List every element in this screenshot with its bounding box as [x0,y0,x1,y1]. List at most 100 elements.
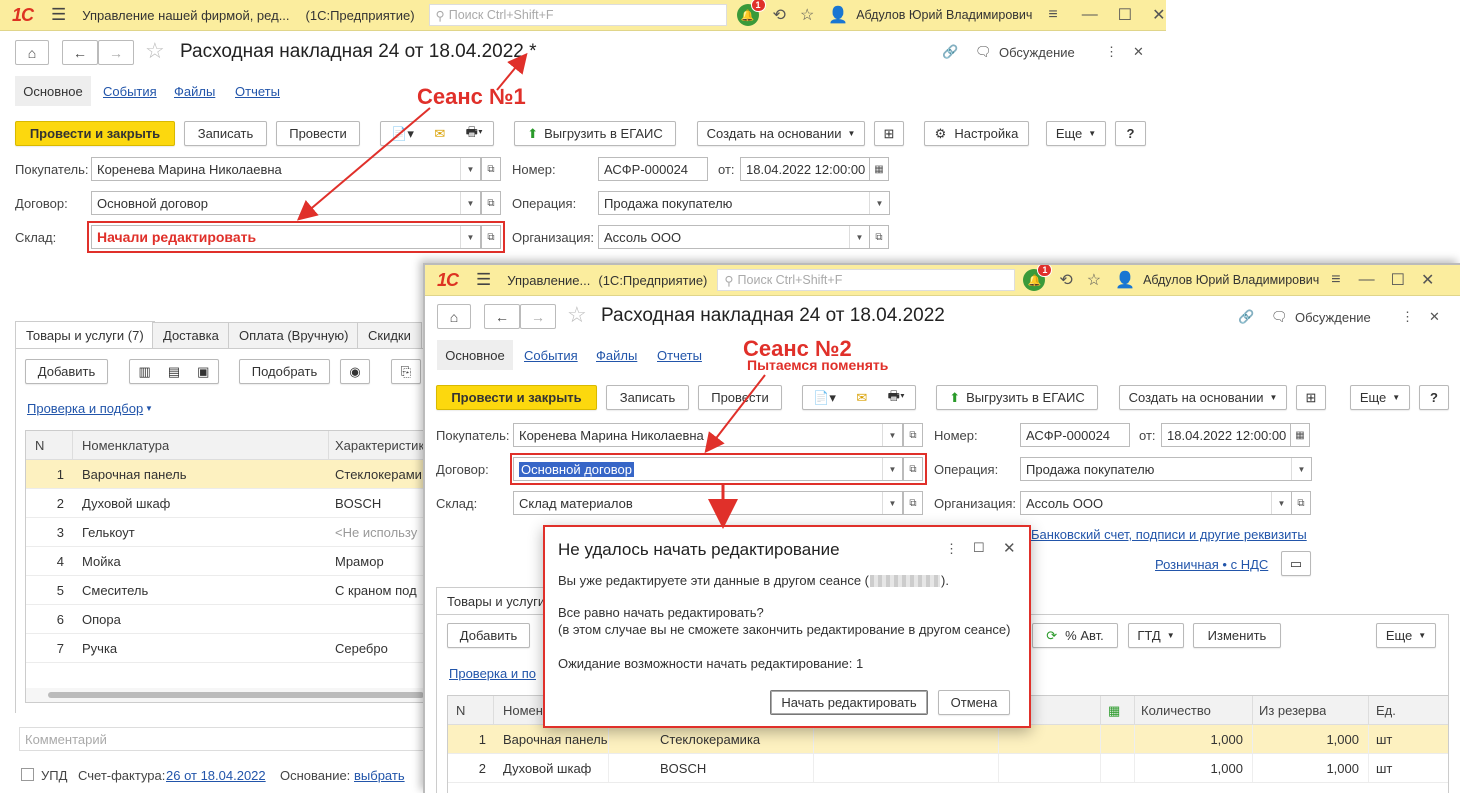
check-and-pick-link[interactable]: Проверка и по [449,666,536,681]
user-icon[interactable]: 👤 [828,5,848,25]
maximize-icon[interactable]: ☐ [1391,270,1405,290]
open-contract-icon[interactable]: ⧉ [903,457,923,481]
search-input[interactable]: ⚲ Поиск Ctrl+Shift+F [428,4,727,26]
mail-icon[interactable]: ✉ [856,390,867,406]
buyer-field[interactable]: Коренева Марина Николаевна ▼ [513,423,903,447]
back-button[interactable]: ← [62,40,98,65]
calendar-icon[interactable]: ▦ [869,157,889,181]
column-n[interactable]: N [456,703,465,718]
dropdown-arrow-icon[interactable]: ▼ [460,226,480,248]
pick-button[interactable]: Подобрать [239,359,330,384]
user-icon[interactable]: 👤 [1115,270,1135,290]
copy-button[interactable]: ⎘ [391,359,421,384]
check-and-pick-link[interactable]: Проверка и подбор [27,401,143,416]
open-warehouse-icon[interactable]: ⧉ [481,225,501,249]
favorites-star-icon[interactable]: ☆ [1087,270,1101,290]
column-excel-icon[interactable]: ▦ [1108,703,1120,719]
close-form-icon[interactable]: ✕ [1133,44,1144,60]
notification-bell-icon[interactable]: 🔔 1 [736,0,766,26]
column-from-reserve[interactable]: Из резерва [1259,703,1326,718]
tab-files[interactable]: Файлы [174,84,215,99]
dropdown-arrow-icon[interactable]: ▼ [460,158,480,180]
table-row[interactable]: 1 Варочная панель Стеклокерами [26,460,424,489]
more-dots-icon[interactable]: ⋮ [1401,309,1414,325]
add-row-button[interactable]: Добавить [447,623,530,648]
start-editing-button[interactable]: Начать редактировать [770,690,928,715]
table-row[interactable]: 5 Смеситель С краном под [26,576,424,605]
settings-button[interactable]: ⚙ Настройка [924,121,1029,146]
gtd-button[interactable]: ГТД ▼ [1128,623,1184,648]
dropdown-arrow-icon[interactable]: ▼ [869,192,889,214]
open-warehouse-icon[interactable]: ⧉ [903,491,923,515]
upd-checkbox[interactable] [21,768,34,781]
basis-link[interactable]: выбрать [354,768,405,783]
dropdown-arrow-icon[interactable]: ▼ [460,192,480,214]
favorite-star-icon[interactable]: ☆ [145,38,165,64]
settings-menu-icon[interactable]: ≡ [1331,271,1340,289]
forward-button[interactable]: → [520,304,556,329]
horizontal-scrollbar[interactable] [26,688,424,702]
more-button[interactable]: Еще ▼ [1350,385,1410,410]
contract-field[interactable]: Основной договор ▼ [91,191,481,215]
number-field[interactable]: АСФР-000024 [598,157,708,181]
tab-goods-services[interactable]: Товары и услуги [436,587,556,614]
history-icon[interactable]: ⟲ [1059,270,1072,290]
tab-main[interactable]: Основное [437,340,513,370]
table-row[interactable]: 3 Гелькоут <Не использу [26,518,424,547]
view-button[interactable]: ◉ [340,359,370,384]
dropdown-arrow-icon[interactable]: ▼ [882,492,902,514]
contract-field[interactable]: Основной договор ▼ [513,457,903,481]
organization-field[interactable]: Ассоль ООО ▼ [598,225,870,249]
export-egais-button[interactable]: ⬆ Выгрузить в ЕГАИС [514,121,676,146]
add-document-icon[interactable]: 📄▾ [813,390,836,406]
date-field[interactable]: 18.04.2022 12:00:00 [1161,423,1291,447]
bank-details-link[interactable]: Банковский счет, подписи и другие реквиз… [1031,527,1307,542]
discussion-icon[interactable]: 🗨 [1271,309,1288,325]
search-input[interactable]: ⚲ Поиск Ctrl+Shift+F [717,269,1016,291]
open-contract-icon[interactable]: ⧉ [481,191,501,215]
print-icon[interactable]: 🖶▾ [466,123,483,145]
dropdown-arrow-icon[interactable]: ▼ [1291,458,1311,480]
tab-delivery[interactable]: Доставка [152,322,230,348]
tab-files[interactable]: Файлы [596,348,637,363]
calendar-icon[interactable]: ▦ [1290,423,1310,447]
discussion-link[interactable]: Обсуждение [1295,310,1371,325]
open-buyer-icon[interactable]: ⧉ [481,157,501,181]
table-row[interactable]: 7 Ручка Серебро [26,634,424,663]
column-n[interactable]: N [35,438,44,453]
operation-field[interactable]: Продажа покупателю ▼ [598,191,890,215]
column-quantity[interactable]: Количество [1141,703,1211,718]
create-based-on-button[interactable]: Создать на основании ▼ [1119,385,1287,410]
date-field[interactable]: 18.04.2022 12:00:00 [740,157,870,181]
structure-button[interactable]: ⊞ [1296,385,1326,410]
buyer-field[interactable]: Коренева Марина Николаевна ▼ [91,157,481,181]
column-nomenclature[interactable]: Номен [503,703,543,718]
table-row[interactable]: 2 Духовой шкаф BOSCH 1,000 1,000 шт [448,754,1448,783]
discussion-icon[interactable]: 🗨 [975,44,992,60]
open-organization-icon[interactable]: ⧉ [869,225,889,249]
link-icon[interactable]: 🔗 [942,44,958,60]
tab-reports[interactable]: Отчеты [235,84,280,99]
history-icon[interactable]: ⟲ [773,5,786,25]
open-organization-icon[interactable]: ⧉ [1291,491,1311,515]
post-button[interactable]: Провести [276,121,360,146]
discussion-link[interactable]: Обсуждение [999,45,1075,60]
price-card-button[interactable]: ▭ [1281,551,1311,576]
tab-goods-services[interactable]: Товары и услуги (7) [15,321,155,348]
table-row[interactable]: 1 Варочная панель Стеклокерамика 1,000 1,000… [448,725,1448,754]
forward-button[interactable]: → [98,40,134,65]
help-button[interactable]: ? [1115,121,1146,146]
barcode-icon[interactable]: ▥ [139,364,151,380]
number-field[interactable]: АСФР-000024 [1020,423,1130,447]
table-row[interactable]: 6 Опора [26,605,424,634]
back-button[interactable]: ← [484,304,520,329]
scanner-icon[interactable]: ▤ [168,364,180,380]
tab-payment[interactable]: Оплата (Вручную) [228,322,360,348]
comment-input[interactable]: Комментарий [19,727,425,751]
auto-percent-button[interactable]: ⟳ % Авт. [1032,623,1118,648]
device-icon[interactable]: ▣ [197,364,209,380]
add-row-button[interactable]: Добавить [25,359,108,384]
post-and-close-button[interactable]: Провести и закрыть [15,121,175,146]
maximize-icon[interactable]: ☐ [1118,5,1132,25]
post-button[interactable]: Провести [698,385,782,410]
